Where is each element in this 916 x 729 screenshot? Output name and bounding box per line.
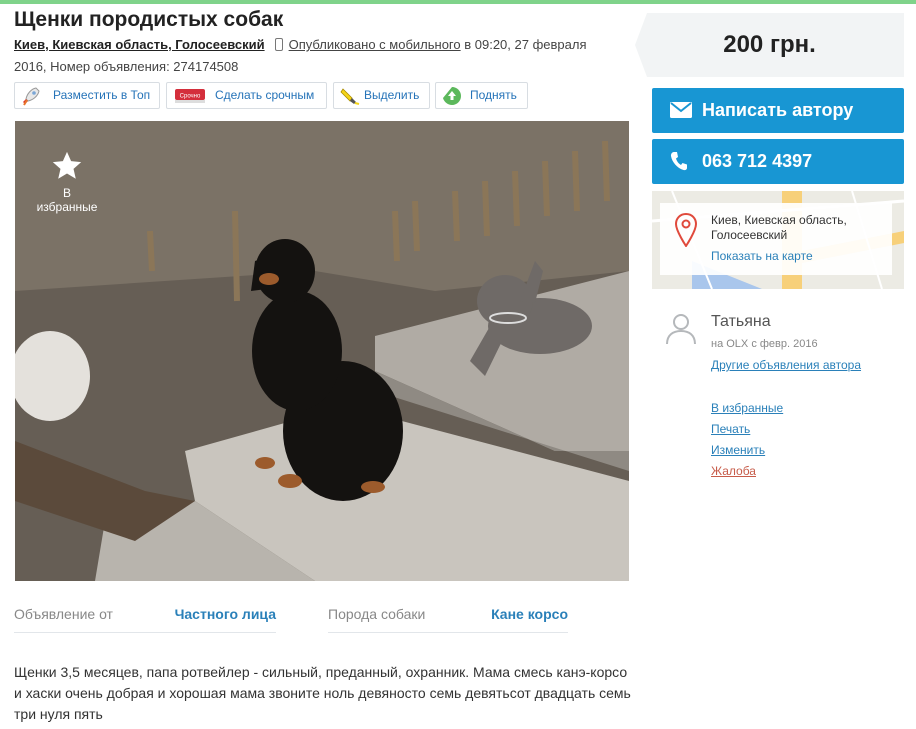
raise-arrow-icon [443,87,461,105]
highlighter-icon [340,88,360,105]
urgent-icon: Срочно [175,89,205,103]
page-title: Щенки породистых собак [14,8,284,31]
favorites-overlay-label: В избранные [36,186,98,214]
other-ads-link[interactable]: Другие объявления автора [711,358,861,372]
favorites-link[interactable]: В избранные [711,398,783,419]
add-to-favorites-overlay[interactable]: В избранные [31,149,103,214]
user-avatar-icon [666,314,696,345]
raise-button[interactable]: Поднять [435,82,528,109]
map-pin-icon [675,213,697,247]
highlight-button[interactable]: Выделить [333,82,430,109]
svg-text:Срочно: Срочно [180,94,201,100]
show-on-map-link[interactable]: Показать на карте [711,249,813,263]
param-row-seller-type: Объявление от Частного лица [14,600,276,633]
rocket-icon [23,87,40,106]
phone-number: 063 712 4397 [702,151,813,171]
raise-label: Поднять [470,88,517,102]
star-icon [52,151,82,179]
location-link[interactable]: Киев, Киевская область, Голосеевский [14,37,265,52]
price-value: 200 грн. [723,31,816,58]
make-urgent-label: Сделать срочным [215,88,315,102]
map-address: Киев, Киевская область, Голосеевский [711,213,847,242]
param-label: Объявление от [14,606,113,622]
param-row-breed: Порода собаки Кане корсо [328,600,568,633]
show-phone-button[interactable]: 063 712 4397 [652,139,904,184]
param-value-link[interactable]: Частного лица [175,600,276,628]
phone-icon [670,152,687,171]
write-to-author-label: Написать автору [702,100,854,120]
ad-meta: Киев, Киевская область, Голосеевский Опуб… [14,34,624,78]
place-in-top-button[interactable]: Разместить в Топ [14,82,160,109]
make-urgent-button[interactable]: Срочно Сделать срочным [166,82,327,109]
envelope-icon [670,102,692,118]
ad-tools: В избранные Печать Изменить Жалоба [711,398,783,482]
ad-parameters: Объявление от Частного лица Порода собак… [14,600,574,634]
report-link[interactable]: Жалоба [711,461,783,482]
write-to-author-button[interactable]: Написать автору [652,88,904,133]
seller-since: на OLX с февр. 2016 [711,338,818,350]
published-mobile-link[interactable]: Опубликовано с мобильного [289,37,461,52]
seller-info: Татьяна на OLX с февр. 2016 Другие объяв… [652,307,904,387]
top-accent-line [0,0,916,4]
location-map[interactable]: Киев, Киевская область, Голосеевский Пок… [652,191,904,289]
place-in-top-label: Разместить в Топ [53,88,151,102]
edit-link[interactable]: Изменить [711,440,783,461]
ad-photo[interactable]: В избранные [15,121,629,581]
published-date: в 09:20, 27 февраля [460,37,587,52]
map-address-card: Киев, Киевская область, Голосеевский Пок… [660,203,892,275]
param-value-link[interactable]: Кане корсо [491,600,568,628]
highlight-label: Выделить [364,88,420,102]
mobile-phone-icon [274,38,283,51]
print-link[interactable]: Печать [711,419,783,440]
price-tag: 200 грн. [635,13,904,77]
ad-number: 2016, Номер объявления: 274174508 [14,59,239,74]
param-label: Порода собаки [328,606,426,622]
ad-description: Щенки 3,5 месяцев, папа ротвейлер - силь… [14,664,631,722]
dogs-photo-illustration [15,121,629,581]
seller-name: Татьяна [711,313,771,330]
